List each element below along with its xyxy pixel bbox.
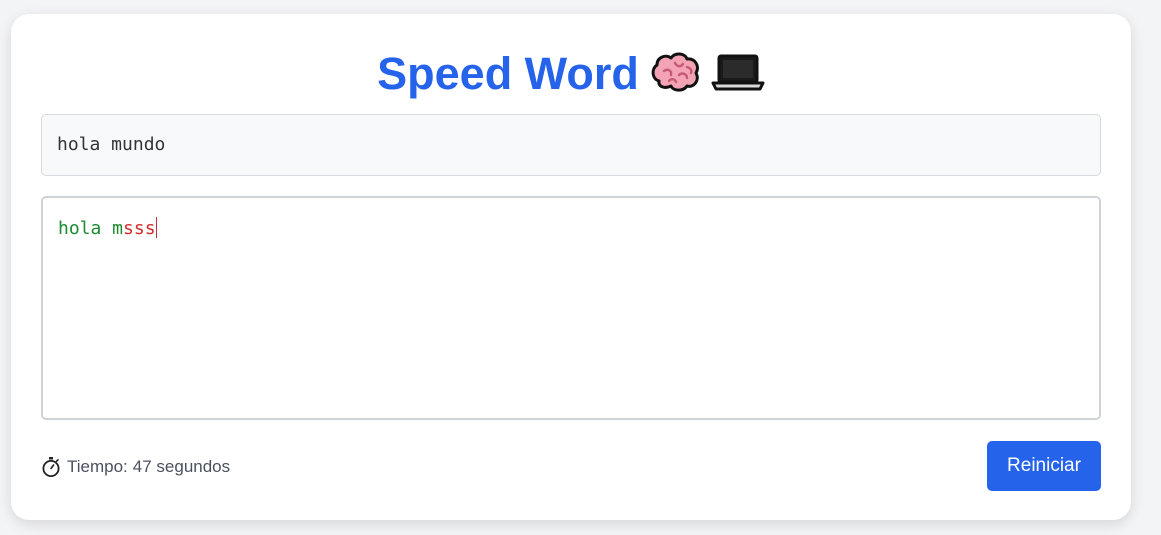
- timer: Tiempo: 47 segundos: [41, 454, 230, 480]
- target-text: hola mundo: [41, 114, 1101, 176]
- title-text: Speed Word: [377, 48, 639, 99]
- brain-icon: [649, 51, 701, 104]
- restart-button[interactable]: Reiniciar: [987, 441, 1101, 491]
- laptop-icon: [711, 51, 765, 103]
- typed-incorrect-text: sss: [123, 218, 156, 239]
- timer-label: Tiempo:: [67, 457, 128, 476]
- game-card: Speed Word hola mundo hola msss Tiempo: …: [11, 14, 1131, 520]
- typed-correct-text: hola m: [58, 218, 124, 239]
- page-title: Speed Word: [11, 48, 1131, 104]
- text-caret: [155, 217, 157, 238]
- typing-input[interactable]: hola msss: [41, 196, 1101, 420]
- timer-value: 47 segundos: [132, 457, 231, 476]
- stopwatch-icon: [42, 457, 60, 477]
